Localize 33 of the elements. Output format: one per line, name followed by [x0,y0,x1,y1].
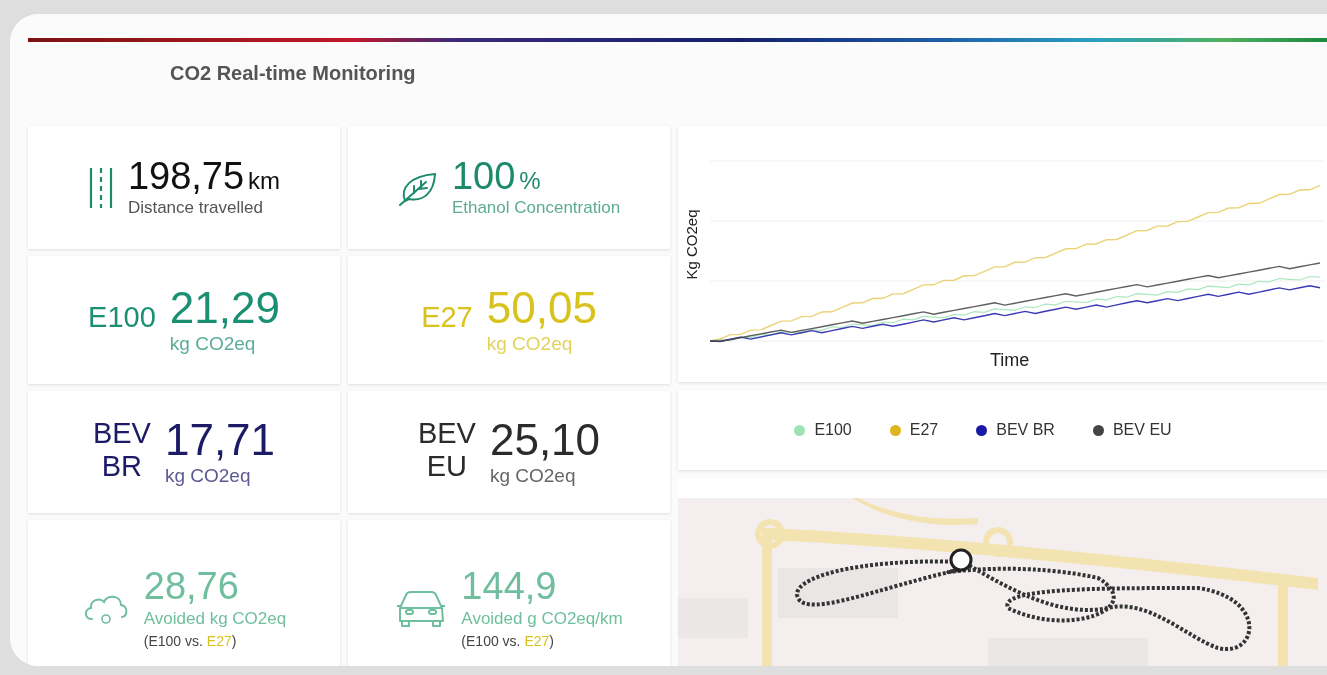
comparison-note: (E100 vs. E27) [461,632,555,649]
metric-value: 28,76 [143,567,239,607]
metric-unit: kg CO2eq [489,465,577,488]
legend-label: E27 [909,421,939,439]
y-axis-label: Kg CO2eq [682,209,700,280]
car-icon [395,588,448,628]
metric-value: 17,71 [164,416,276,464]
metric-label: Avoided g CO2eq/km [461,608,623,629]
legend-label: E100 [814,421,852,439]
dashboard-title: CO2 Real-time Monitoring [169,61,417,86]
legend-label: BEV EU [1112,421,1172,439]
metric-value: 25,10 [489,416,601,464]
metric-unit: km [248,166,281,195]
metric-value: 50,05 [486,284,597,332]
metric-label: Ethanol Concentration [451,198,621,219]
metric-value: 198,75 [127,156,245,197]
metric-label: Distance travelled [127,198,264,219]
fuel-type-label: BEV BR [92,416,151,484]
road-icon [87,165,114,210]
metric-unit: kg CO2eq [164,465,252,488]
fuel-type-label: BEV EU [417,416,476,484]
metric-value: 100 [451,156,516,197]
metric-value: 21,29 [169,284,280,332]
fuel-type-label: E100 [88,301,156,335]
metric-unit: % [519,166,541,195]
fuel-type-label: E27 [421,301,473,335]
metric-label: Avoided kg CO2eq [143,608,287,629]
comparison-note: (E100 vs. E27) [143,632,238,649]
metric-value: 144,9 [461,567,557,607]
metric-unit: kg CO2eq [169,333,257,356]
metric-unit: kg CO2eq [486,333,574,356]
legend-label: BEV BR [996,421,1055,439]
x-axis-label: Time [990,350,1030,371]
